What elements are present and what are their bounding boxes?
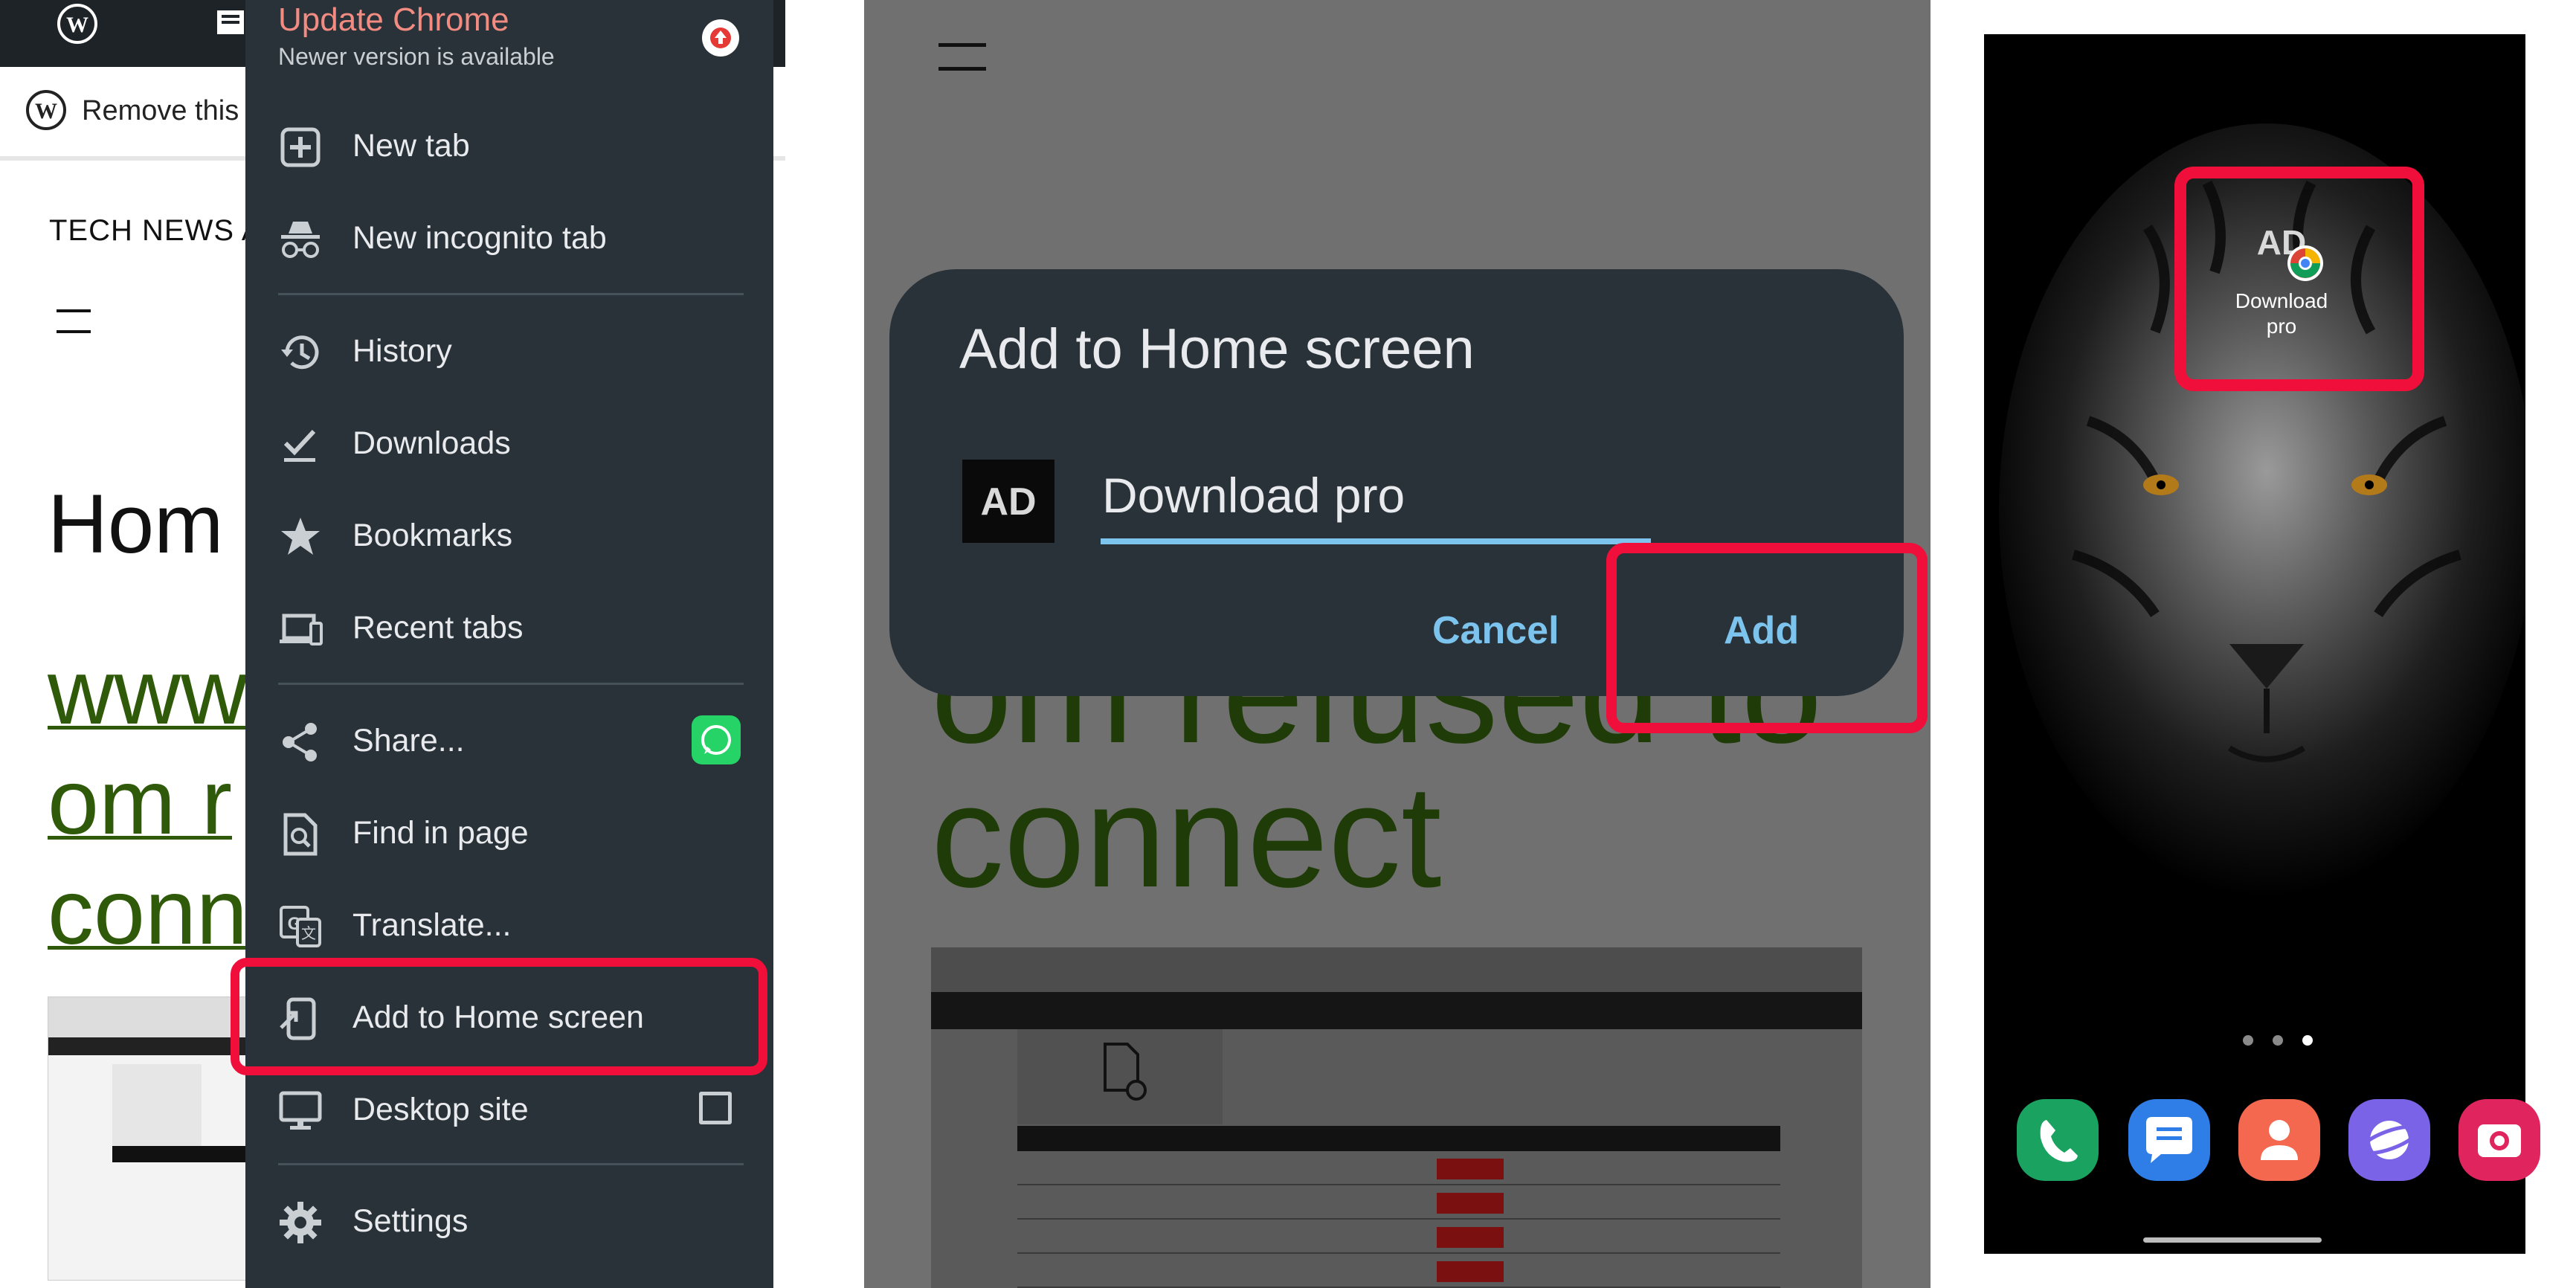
svg-text:W: W [66,13,88,37]
menu-divider [278,1163,744,1165]
screenshot-download-button [1437,1261,1504,1282]
screenshot-table-row [1017,1151,1780,1185]
screenshot-download-button [1437,1193,1504,1214]
update-chrome-subtitle: Newer version is available [278,43,555,70]
menu-item-label: Bookmarks [352,518,513,553]
phone-app[interactable] [2017,1099,2099,1181]
downloads-icon [278,422,323,467]
menu-item-label: Downloads [352,425,511,461]
page-indicator-dot-active[interactable] [2302,1035,2313,1046]
notice-text[interactable]: Remove this [82,95,239,127]
screenshot-file-card [1017,1029,1223,1124]
screenshot-download-button [1437,1227,1504,1248]
menu-item-history[interactable]: History [245,305,773,397]
screenshot-table-header [1017,1126,1780,1151]
menu-item-label: Share... [352,723,465,759]
app-name-input[interactable]: Download pro [1102,467,1405,524]
contacts-icon [2261,1120,2298,1160]
history-icon [278,330,323,375]
menu-item-label: History [352,333,452,369]
hamburger-menu-icon[interactable] [938,43,986,73]
incognito-icon [278,217,323,262]
highlight-add-button [1606,543,1928,733]
menu-item-settings[interactable]: Settings [245,1175,773,1267]
menu-item-label: Find in page [352,815,529,851]
menu-item-label: New tab [352,128,470,164]
menu-item-desktop-site[interactable]: Desktop site [245,1063,773,1156]
messages-icon [2146,1117,2192,1163]
screenshot-table-row [1017,1220,1780,1254]
menu-item-label: Translate... [352,907,512,943]
site-title[interactable]: TECH NEWS A [49,214,263,248]
menu-item-find-in-page[interactable]: Find in page [245,787,773,879]
desktop-icon [278,1089,323,1133]
highlight-shortcut [2174,167,2424,391]
menu-item-bookmarks[interactable]: Bookmarks [245,489,773,582]
gear-icon [278,1200,323,1245]
camera-icon [2478,1124,2521,1157]
devices-icon [278,607,323,651]
messages-app[interactable] [2128,1099,2210,1181]
menu-item-new-incognito-tab[interactable]: New incognito tab [245,192,773,284]
menu-item-label: Settings [352,1203,468,1239]
menu-item-label: Recent tabs [352,610,524,645]
page-link-line[interactable]: conn [48,860,248,965]
camera-app[interactable] [2459,1099,2540,1181]
svg-text:W: W [35,99,57,123]
page-indicator-dot[interactable] [2243,1035,2253,1046]
menu-item-label: Desktop site [352,1092,529,1127]
app-icon: AD [962,460,1054,543]
page-link-line[interactable]: www [48,640,248,745]
page-link-line[interactable]: om r [48,750,232,855]
new-tab-icon [278,125,323,170]
star-icon [278,515,323,559]
dialog-title: Add to Home screen [959,318,1475,381]
update-chrome-title[interactable]: Update Chrome [278,1,509,39]
contacts-app[interactable] [2238,1099,2320,1181]
menu-item-new-tab[interactable]: New tab [245,100,773,192]
hamburger-menu-icon[interactable] [57,309,91,335]
input-underline [1101,538,1651,544]
posts-icon[interactable] [216,9,245,36]
screenshot-download-button [1437,1159,1504,1179]
menu-item-downloads[interactable]: Downloads [245,397,773,489]
gesture-navigation-bar[interactable] [2143,1237,2322,1243]
svg-text:AD: AD [980,480,1036,524]
screenshot-table-row [1017,1185,1780,1220]
desktop-site-checkbox[interactable] [699,1092,732,1124]
find-in-page-icon [278,812,323,857]
svg-text:文: 文 [301,924,316,942]
screenshot-nav-bar [931,992,1862,1029]
whatsapp-icon[interactable] [692,715,741,764]
translate-icon: G文 [278,904,323,949]
page-heading: Hom [48,477,224,570]
cancel-button[interactable]: Cancel [1432,608,1559,653]
share-icon [278,720,323,764]
menu-divider [278,683,744,685]
wordpress-logo-icon[interactable]: W [57,3,98,45]
highlight-add-to-home-screen [231,958,767,1075]
page-indicator-dot[interactable] [2273,1035,2283,1046]
menu-item-label: New incognito tab [352,220,607,256]
internet-icon [2359,1121,2420,1159]
background-link-line: connect [931,755,1442,918]
update-arrow-icon[interactable] [702,19,739,57]
internet-app[interactable] [2348,1099,2430,1181]
phone-icon [2040,1120,2078,1162]
menu-divider [278,293,744,295]
wordpress-logo-small-icon: W [25,89,67,131]
menu-item-recent-tabs[interactable]: Recent tabs [245,582,773,674]
screenshot-table-row [1017,1254,1780,1288]
